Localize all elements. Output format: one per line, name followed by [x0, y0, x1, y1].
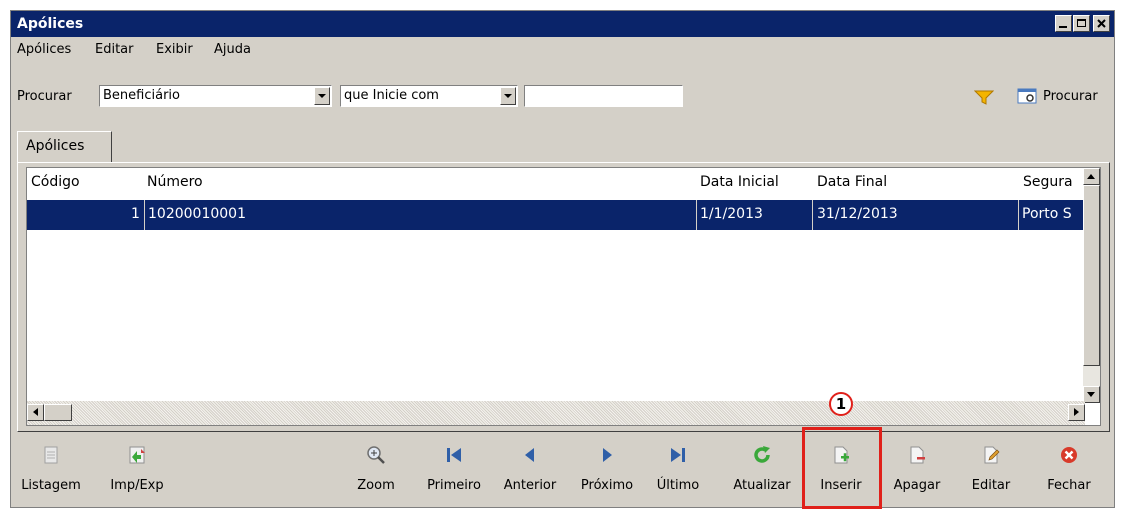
atualizar-label: Atualizar [733, 478, 791, 493]
edit-icon [984, 446, 1000, 464]
table-row[interactable]: 1 10200010001 1/1/2013 31/12/2013 Porto … [27, 200, 1085, 230]
search-input[interactable] [524, 85, 683, 107]
cell-data-inicial: 1/1/2013 [700, 206, 763, 222]
minimize-icon [1059, 26, 1067, 28]
column-seguradora[interactable]: Segura [1023, 174, 1073, 190]
imp-exp-button[interactable]: Imp/Exp [107, 445, 167, 505]
cell-data-final: 31/12/2013 [817, 206, 898, 222]
delete-icon [910, 446, 925, 464]
title-bar: Apólices [11, 11, 1114, 37]
step-marker: 1 [829, 392, 853, 416]
primeiro-button[interactable]: Primeiro [421, 445, 487, 505]
filter-icon[interactable] [973, 89, 995, 109]
cell-codigo: 1 [131, 206, 140, 222]
tab-apolices[interactable]: Apólices [17, 131, 112, 163]
zoom-button[interactable]: Zoom [351, 445, 401, 505]
chevron-down-icon[interactable] [314, 87, 330, 105]
apolices-window: Apólices Apólices Editar Exibir Ajuda Pr… [10, 10, 1115, 509]
list-icon [44, 446, 58, 464]
cell-numero: 10200010001 [148, 206, 246, 222]
fechar-button[interactable]: Fechar [1041, 445, 1097, 505]
column-numero[interactable]: Número [147, 174, 203, 190]
scroll-up-icon[interactable] [1083, 168, 1100, 185]
fechar-label: Fechar [1047, 478, 1091, 493]
anterior-label: Anterior [503, 478, 557, 493]
tab-panel: Código Número Data Inicial Data Final Se… [17, 162, 1110, 432]
ultimo-button[interactable]: Último [648, 445, 708, 505]
search-button-label: Procurar [1043, 88, 1098, 104]
search-field-value: Beneficiário [103, 88, 180, 103]
next-icon [603, 448, 612, 462]
scroll-left-icon[interactable] [27, 404, 44, 421]
menu-ajuda[interactable]: Ajuda [214, 42, 251, 57]
search-button[interactable]: Procurar [1017, 87, 1098, 105]
refresh-icon [754, 446, 770, 463]
grid-header: Código Número Data Inicial Data Final Se… [27, 168, 1100, 198]
inserir-highlight-box [802, 427, 882, 509]
window-close-icon [1097, 19, 1106, 28]
window-close-button[interactable] [1093, 15, 1110, 32]
search-bar: Procurar Beneficiário que Inicie com Pro… [11, 85, 1114, 111]
menu-exibir[interactable]: Exibir [156, 42, 193, 57]
search-condition-value: que Inicie com [344, 88, 439, 103]
maximize-icon [1077, 19, 1086, 27]
vertical-scroll-thumb[interactable] [1083, 185, 1100, 366]
maximize-button[interactable] [1073, 15, 1090, 32]
column-data-inicial[interactable]: Data Inicial [700, 174, 779, 190]
minimize-button[interactable] [1055, 15, 1072, 32]
tab-label: Apólices [26, 138, 85, 154]
apagar-label: Apagar [893, 478, 941, 493]
imp-exp-label: Imp/Exp [110, 478, 164, 493]
window-controls [1054, 15, 1110, 32]
atualizar-button[interactable]: Atualizar [726, 445, 798, 505]
previous-icon [525, 448, 534, 462]
chevron-down-icon[interactable] [500, 87, 516, 105]
listagem-label: Listagem [21, 478, 81, 493]
scroll-down-icon[interactable] [1083, 386, 1100, 403]
listagem-button[interactable]: Listagem [17, 445, 85, 505]
last-icon [671, 448, 685, 462]
find-icon [1017, 88, 1037, 104]
search-condition-select[interactable]: que Inicie com [340, 85, 518, 107]
ultimo-label: Último [656, 478, 700, 493]
column-codigo[interactable]: Código [31, 174, 80, 190]
scroll-right-icon[interactable] [1068, 404, 1085, 421]
column-data-final[interactable]: Data Final [817, 174, 887, 190]
proximo-button[interactable]: Próximo [574, 445, 640, 505]
close-icon [1061, 447, 1077, 463]
policies-grid: Código Número Data Inicial Data Final Se… [26, 167, 1101, 426]
menu-editar[interactable]: Editar [95, 42, 134, 57]
editar-button[interactable]: Editar [963, 445, 1019, 505]
first-icon [447, 448, 461, 462]
zoom-label: Zoom [357, 478, 395, 493]
primeiro-label: Primeiro [427, 478, 481, 493]
cell-seguradora: Porto S [1022, 206, 1072, 222]
menu-bar: Apólices Editar Exibir Ajuda [11, 39, 1114, 61]
import-export-icon [129, 446, 145, 464]
window-title: Apólices [17, 16, 84, 32]
apagar-button[interactable]: Apagar [887, 445, 947, 505]
editar-label: Editar [971, 478, 1011, 493]
horizontal-scroll-thumb[interactable] [44, 404, 72, 421]
zoom-icon [367, 446, 385, 464]
search-label: Procurar [17, 89, 72, 104]
proximo-label: Próximo [580, 478, 634, 493]
vertical-scrollbar[interactable] [1083, 168, 1100, 403]
toolbar: Listagem Imp/Exp Zoom Primeiro Anterior … [11, 435, 1114, 507]
horizontal-scrollbar[interactable] [27, 401, 1085, 425]
anterior-button[interactable]: Anterior [497, 445, 563, 505]
menu-apolices[interactable]: Apólices [17, 42, 71, 57]
search-field-select[interactable]: Beneficiário [99, 85, 332, 107]
